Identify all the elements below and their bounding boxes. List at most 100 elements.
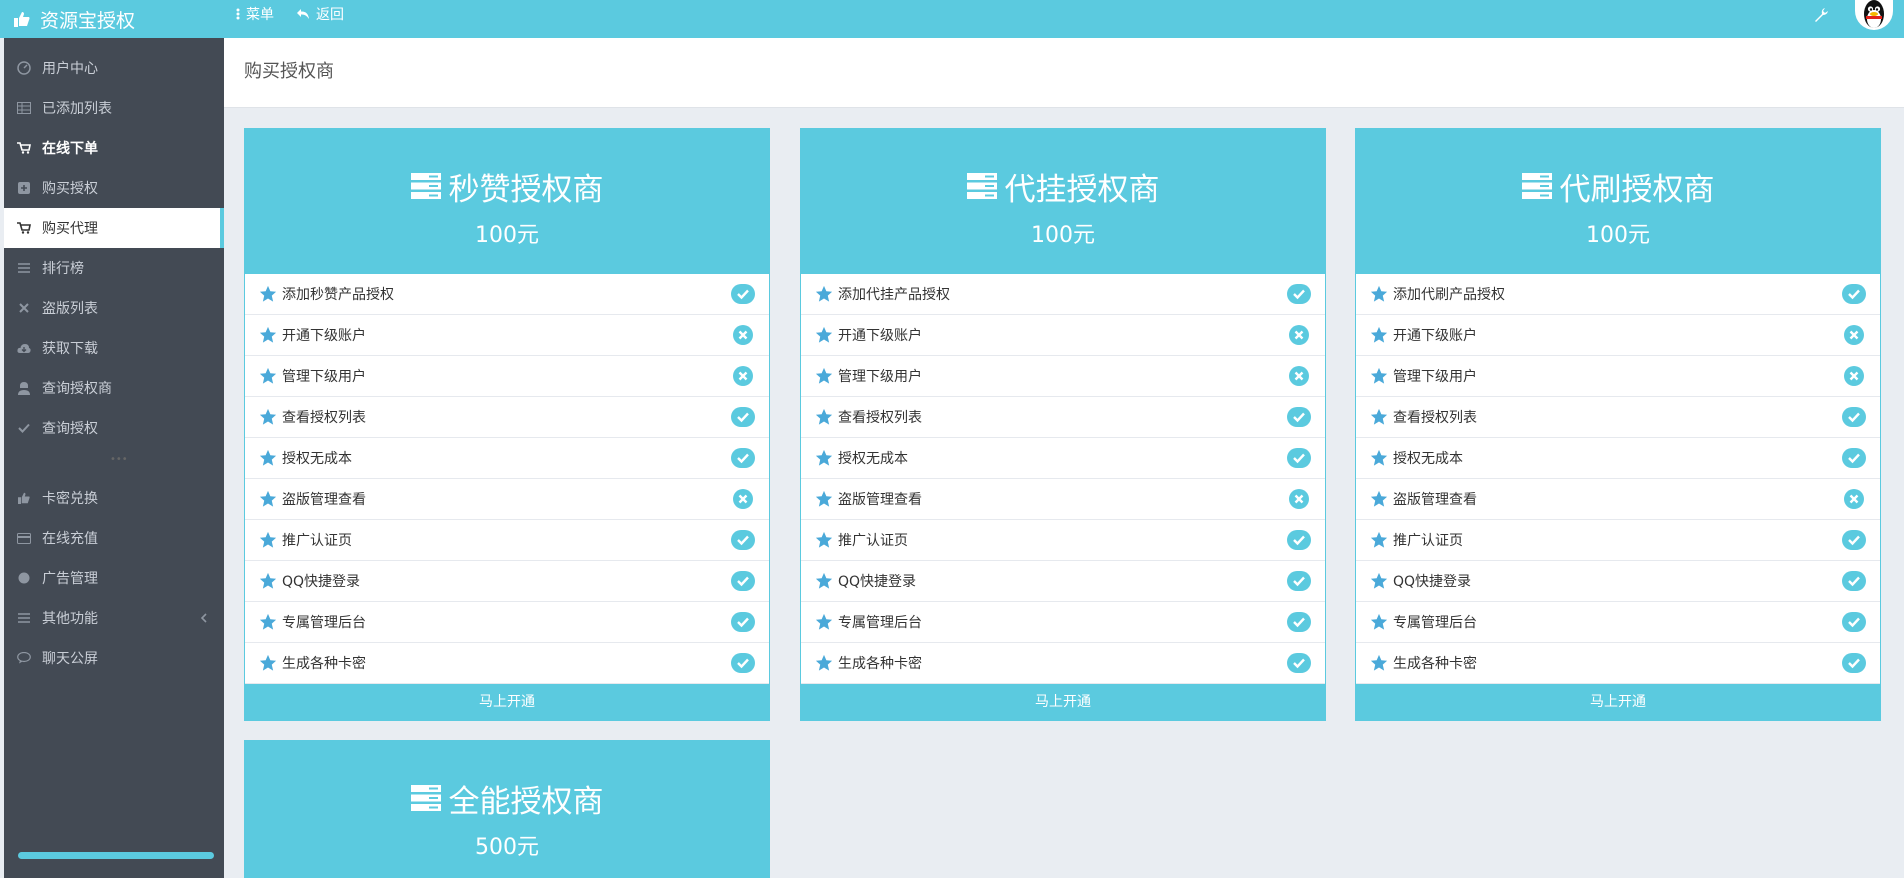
plan-title: 代挂授权商: [1004, 171, 1160, 208]
check-circle-icon: [731, 407, 755, 427]
plan-card-header: 代刷授权商 100元: [1356, 129, 1880, 274]
avatar[interactable]: [1855, 0, 1893, 30]
check-circle-icon: [731, 571, 755, 591]
feature-label: 开通下级账户: [838, 328, 922, 344]
check-circle-icon: [1842, 612, 1866, 632]
feature-label: 授权无成本: [838, 451, 908, 467]
star-icon: [1370, 326, 1388, 343]
feature-label: 添加代刷产品授权: [1393, 287, 1505, 303]
plan-price: 100元: [475, 223, 539, 248]
feature-row: 专属管理后台: [1356, 602, 1880, 643]
feature-row: 管理下级用户: [245, 356, 769, 397]
chat-icon: [16, 650, 32, 666]
feature-row: 推广认证页: [1356, 520, 1880, 561]
list-icon: [16, 610, 32, 626]
sidebar-item-query-agent[interactable]: 查询授权商: [4, 368, 224, 408]
star-icon: [259, 408, 277, 425]
sidebar-item-buy-auth[interactable]: 购买授权: [4, 168, 224, 208]
dashboard-icon: [16, 60, 32, 76]
star-icon: [1370, 531, 1388, 548]
sidebar-divider: •••: [110, 454, 128, 465]
feature-row: 盗版管理查看: [1356, 479, 1880, 520]
feature-label: 盗版管理查看: [282, 492, 366, 508]
sidebar-item-added-list[interactable]: 已添加列表: [4, 88, 224, 128]
check-circle-icon: [731, 448, 755, 468]
star-icon: [815, 367, 833, 384]
feature-label: QQ快捷登录: [282, 574, 361, 590]
check-circle-icon: [1287, 612, 1311, 632]
feature-row: 生成各种卡密: [245, 643, 769, 684]
feature-row: 管理下级用户: [1356, 356, 1880, 397]
feature-row: 开通下级账户: [1356, 315, 1880, 356]
plan-card-header: 代挂授权商 100元: [801, 129, 1325, 274]
server-icon: [410, 785, 441, 811]
buy-now-button[interactable]: 马上开通: [801, 684, 1325, 720]
feature-label: 生成各种卡密: [1393, 656, 1477, 672]
feature-row: 生成各种卡密: [1356, 643, 1880, 684]
star-icon: [259, 326, 277, 343]
plan-card-header: 秒赞授权商 100元: [245, 129, 769, 274]
check-circle-icon: [1842, 448, 1866, 468]
sidebar-item-label: 购买授权: [42, 181, 98, 197]
feature-row: 查看授权列表: [1356, 397, 1880, 438]
sidebar-item-label: 查询授权商: [42, 381, 112, 397]
star-icon: [815, 613, 833, 630]
star-icon: [1370, 613, 1388, 630]
close-icon: [16, 300, 32, 316]
back-button[interactable]: 返回: [296, 0, 344, 28]
close-circle-icon: [1844, 325, 1864, 345]
star-icon: [815, 326, 833, 343]
sidebar-item-ad-manage[interactable]: 广告管理: [4, 558, 224, 598]
check-circle-icon: [1287, 407, 1311, 427]
feature-label: 开通下级账户: [282, 328, 366, 344]
menu-button[interactable]: 菜单: [236, 0, 274, 28]
wrench-icon[interactable]: [1812, 4, 1832, 24]
feature-row: 管理下级用户: [801, 356, 1325, 397]
check-circle-icon: [731, 653, 755, 673]
sidebar-item-chat[interactable]: 聊天公屏: [4, 638, 224, 678]
feature-label: 推广认证页: [282, 533, 352, 549]
sidebar-item-label: 购买代理: [42, 221, 98, 237]
star-icon: [815, 285, 833, 302]
feature-list: 添加代刷产品授权 开通下级账户 管理下级用户 查看授权列表 授权无成本 盗版管理查看 推广认…: [1356, 274, 1880, 684]
buy-now-button[interactable]: 马上开通: [245, 684, 769, 720]
sidebar-item-user-center[interactable]: 用户中心: [4, 48, 224, 88]
feature-row: 查看授权列表: [245, 397, 769, 438]
plan-card-title-row: 代挂授权商: [801, 129, 1325, 211]
sidebar-item-recharge[interactable]: 在线充值: [4, 518, 224, 558]
brand[interactable]: 资源宝授权: [14, 0, 135, 38]
star-icon: [259, 572, 277, 589]
content-header: 购买授权商: [224, 38, 1904, 108]
star-icon: [815, 531, 833, 548]
sidebar-item-other[interactable]: 其他功能: [4, 598, 224, 638]
feature-label: 推广认证页: [1393, 533, 1463, 549]
check-circle-icon: [731, 530, 755, 550]
sidebar-item-buy-agent[interactable]: 购买代理: [4, 208, 224, 248]
sidebar-item-query-auth[interactable]: 查询授权: [4, 408, 224, 448]
check-circle-icon: [731, 612, 755, 632]
check-circle-icon: [1842, 284, 1866, 304]
plan-card-title-row: 秒赞授权商: [245, 129, 769, 211]
check-circle-icon: [731, 284, 755, 304]
star-icon: [1370, 367, 1388, 384]
reply-icon: [297, 9, 309, 19]
sidebar-item-pirate-list[interactable]: 盗版列表: [4, 288, 224, 328]
sidebar-item-ranking[interactable]: 排行榜: [4, 248, 224, 288]
feature-row: QQ快捷登录: [801, 561, 1325, 602]
sidebar-item-online-order[interactable]: 在线下单: [4, 128, 224, 168]
star-icon: [259, 654, 277, 671]
plan-price: 100元: [1031, 223, 1095, 248]
feature-row: 盗版管理查看: [801, 479, 1325, 520]
buy-now-button[interactable]: 马上开通: [1356, 684, 1880, 720]
sidebar-item-download[interactable]: 获取下载: [4, 328, 224, 368]
feature-label: 查看授权列表: [838, 410, 922, 426]
menu-label: 菜单: [246, 7, 274, 23]
sidebar-item-card-exchange[interactable]: 卡密兑换: [4, 478, 224, 518]
star-icon: [815, 654, 833, 671]
feature-label: 添加秒赞产品授权: [282, 287, 394, 303]
feature-row: 生成各种卡密: [801, 643, 1325, 684]
star-icon: [1370, 490, 1388, 507]
check-circle-icon: [1287, 530, 1311, 550]
close-circle-icon: [733, 489, 753, 509]
star-icon: [259, 367, 277, 384]
